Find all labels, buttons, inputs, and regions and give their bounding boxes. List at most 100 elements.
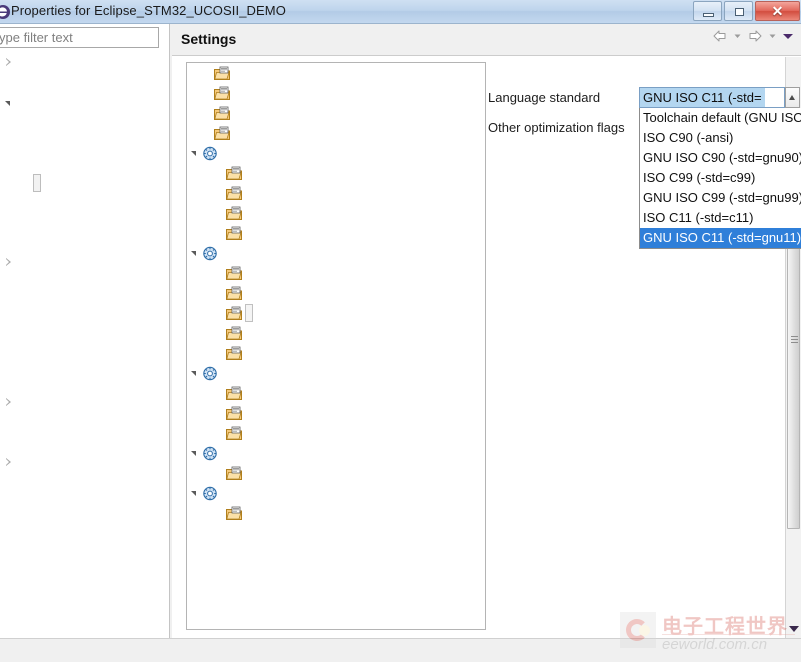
arrow-right-icon[interactable] (746, 28, 764, 44)
sidebar-item-instance-of-projects[interactable] (0, 273, 169, 293)
sidebar-item-c-c-build[interactable] (0, 93, 169, 113)
folder-tool-icon (226, 346, 242, 361)
folder-tool-icon (226, 226, 242, 241)
sidebar-item-tree-resize-test[interactable] (0, 433, 169, 453)
dropdown-option[interactable]: ISO C99 (-std=c99) (640, 168, 801, 188)
filter-input[interactable]: ype filter text (0, 27, 159, 48)
tool-gear-icon (202, 446, 218, 461)
page-nav-icons (711, 28, 795, 44)
close-icon: ✕ (771, 3, 784, 19)
maximize-icon (735, 8, 744, 16)
sidebar-item-settings[interactable] (0, 173, 169, 193)
dropdown-option-label: ISO C11 (-std=c11) (643, 210, 754, 225)
expander-expanded-icon[interactable] (191, 371, 196, 376)
option-fields: Language standard Other optimization fla… (488, 62, 801, 630)
tool-tree-item[interactable] (187, 283, 485, 303)
sidebar-item-xl-c-c-compiler[interactable] (0, 233, 169, 253)
settings-nav-tree[interactable] (0, 53, 169, 630)
tool-tree-item[interactable] (187, 123, 485, 143)
dropdown-option[interactable]: GNU ISO C11 (-std=gnu11) (640, 228, 801, 248)
sidebar-item-wikitext[interactable] (0, 473, 169, 493)
sidebar-item-tools-paths[interactable] (0, 213, 169, 233)
sidebar-item-tool-chain-editor[interactable] (0, 193, 169, 213)
chevron-down-icon[interactable] (732, 28, 743, 44)
sidebar-item-task-repository[interactable] (0, 393, 169, 413)
tool-tree-item[interactable] (187, 103, 485, 123)
properties-dialog: Properties for Eclipse_STM32_UCOSII_DEMO… (0, 0, 801, 662)
sidebar-item-c-c-general[interactable] (0, 253, 169, 273)
tool-tree-item[interactable] (187, 163, 485, 183)
tool-tree-item[interactable] (187, 303, 485, 323)
folder-tool-icon (226, 286, 242, 301)
tool-tree-item[interactable] (187, 463, 485, 483)
tool-tree-item[interactable] (187, 263, 485, 283)
tool-tree-item[interactable] (187, 343, 485, 363)
sidebar-item-project-references[interactable] (0, 333, 169, 353)
folder-tool-icon (214, 86, 230, 101)
tool-tree-item[interactable] (187, 363, 485, 383)
dropdown-option[interactable]: ISO C90 (-ansi) (640, 128, 801, 148)
filter-placeholder: ype filter text (0, 30, 73, 45)
dropdown-option[interactable]: ISO C11 (-std=c11) (640, 208, 801, 228)
sidebar-item-build-variables[interactable] (0, 113, 169, 133)
tool-tree-item[interactable] (187, 83, 485, 103)
triangle-up-icon[interactable] (785, 87, 800, 108)
tool-settings-tree[interactable] (186, 62, 486, 630)
dropdown-option-label: GNU ISO C90 (-std=gnu90) (643, 150, 801, 165)
dropdown-option[interactable]: GNU ISO C99 (-std=gnu99) (640, 188, 801, 208)
tool-tree-item[interactable] (187, 243, 485, 263)
language-standard-value: GNU ISO C11 (-std= (640, 88, 765, 107)
triangle-down-icon[interactable] (789, 626, 799, 632)
chevron-down-filled-icon[interactable] (781, 28, 795, 44)
minimize-button[interactable] (693, 1, 722, 21)
sidebar-item-builders[interactable] (0, 73, 169, 93)
dialog-bottom-bar (0, 638, 801, 662)
close-button[interactable]: ✕ (755, 1, 800, 21)
folder-tool-icon (226, 386, 242, 401)
sidebar-item-logging[interactable] (0, 153, 169, 173)
tool-tree-item[interactable] (187, 443, 485, 463)
language-standard-combo[interactable]: GNU ISO C11 (-std= (639, 87, 785, 108)
language-standard-dropdown[interactable]: Toolchain default (GNU ISO ISO C90 (-ansi… (639, 108, 801, 249)
tool-tree-item-label (245, 304, 253, 322)
tool-tree-item[interactable] (187, 203, 485, 223)
sidebar-item-table-resize-test[interactable] (0, 373, 169, 393)
tool-tree-item[interactable] (187, 63, 485, 83)
chevron-down-icon-2[interactable] (767, 28, 778, 44)
maximize-button[interactable] (724, 1, 753, 21)
sidebar-item-project-natures[interactable] (0, 313, 169, 333)
tool-tree-item[interactable] (187, 503, 485, 523)
sidebar-item-task-tags[interactable] (0, 413, 169, 433)
tool-gear-icon (202, 366, 218, 381)
tool-tree-item[interactable] (187, 183, 485, 203)
tool-tree-item[interactable] (187, 323, 485, 343)
expander-expanded-icon[interactable] (5, 101, 10, 106)
folder-tool-icon (226, 466, 242, 481)
dropdown-option[interactable]: Toolchain default (GNU ISO (640, 108, 801, 128)
tool-tree-item[interactable] (187, 423, 485, 443)
page-title: Settings (181, 31, 237, 47)
dropdown-option[interactable]: GNU ISO C90 (-std=gnu90) (640, 148, 801, 168)
sidebar-item-validation[interactable] (0, 453, 169, 473)
sidebar-item-linux-tools-path[interactable] (0, 293, 169, 313)
sidebar-item-resource[interactable] (0, 53, 169, 73)
dropdown-option-label: ISO C99 (-std=c99) (643, 170, 756, 185)
tool-tree-item[interactable] (187, 223, 485, 243)
arrow-left-icon[interactable] (711, 28, 729, 44)
tool-tree-item[interactable] (187, 483, 485, 503)
window-titlebar[interactable]: Properties for Eclipse_STM32_UCOSII_DEMO… (0, 0, 801, 24)
folder-tool-icon (226, 166, 242, 181)
tool-tree-item[interactable] (187, 143, 485, 163)
tool-gear-icon (202, 246, 218, 261)
sidebar-item-run-debug-settings[interactable] (0, 353, 169, 373)
sidebar-item-environment[interactable] (0, 133, 169, 153)
sidebar-item-label (33, 174, 41, 192)
expander-expanded-icon[interactable] (191, 151, 196, 156)
tool-tree-item[interactable] (187, 383, 485, 403)
expander-expanded-icon[interactable] (191, 451, 196, 456)
expander-expanded-icon[interactable] (191, 251, 196, 256)
expander-expanded-icon[interactable] (191, 491, 196, 496)
tool-tree-item[interactable] (187, 403, 485, 423)
tool-gear-icon (202, 486, 218, 501)
folder-tool-icon (226, 406, 242, 421)
